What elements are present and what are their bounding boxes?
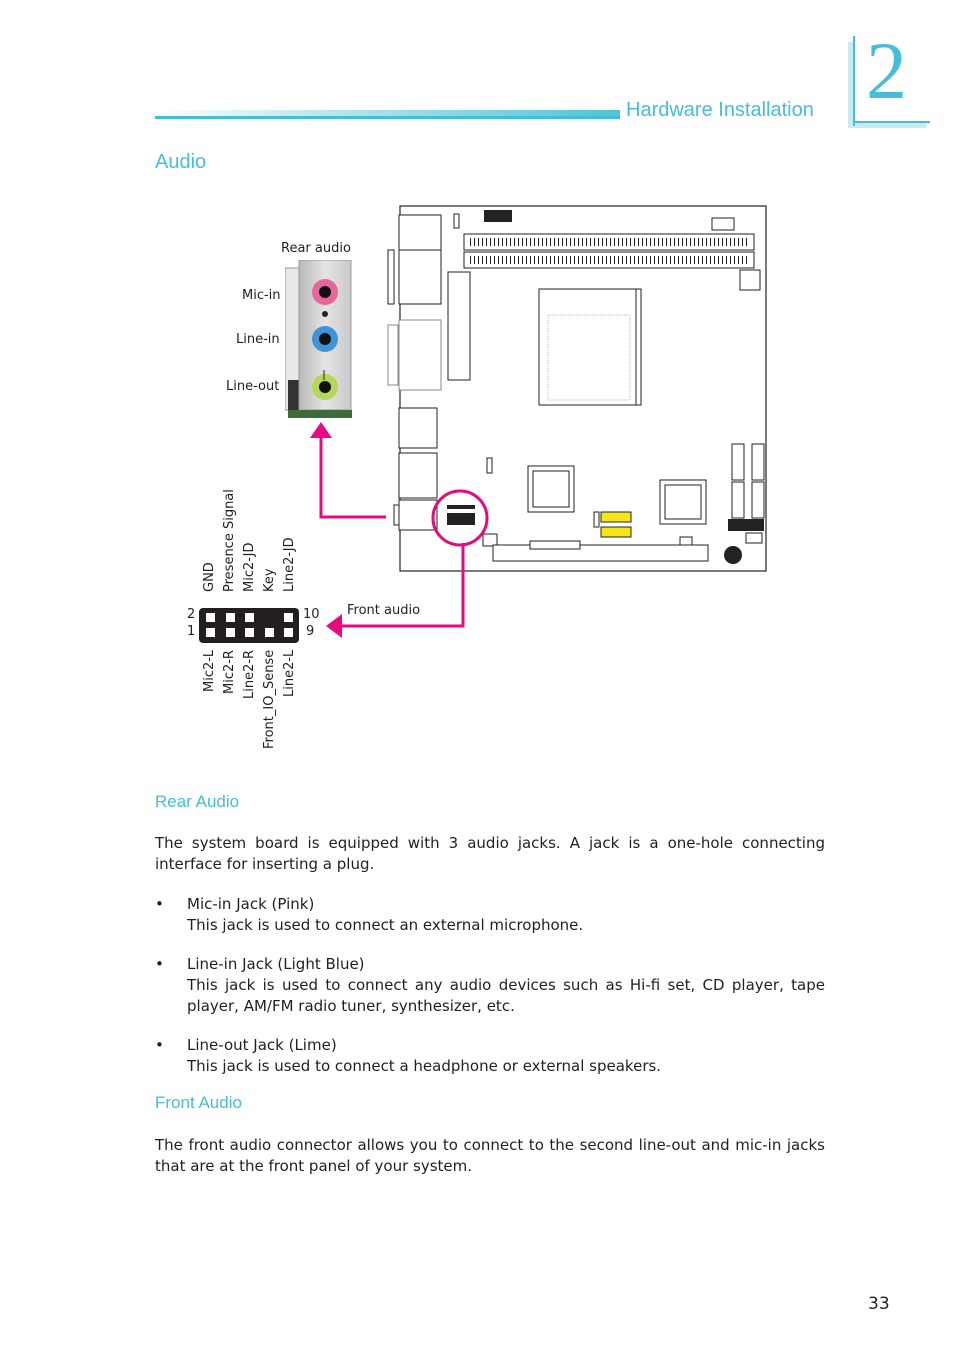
serial-port — [398, 249, 442, 305]
chip-die — [664, 484, 702, 520]
bullet-title: Mic-in Jack (Pink) — [187, 895, 315, 913]
jack-hole — [319, 286, 331, 298]
usb-header — [600, 526, 632, 538]
rear-audio-arrow — [319, 432, 386, 519]
pin-10 — [284, 613, 293, 622]
pin-number-2: 2 — [187, 607, 196, 622]
atx-12v-connector — [739, 269, 761, 291]
jack-hole — [319, 333, 331, 345]
bullet-dot: • — [155, 895, 164, 913]
pin-label-mic2-jd: Mic2-JD — [242, 542, 257, 592]
bios-chip — [529, 540, 581, 550]
pin-label-line2-r: Line2-R — [242, 649, 257, 699]
bullet-dot: • — [155, 955, 164, 973]
bullet-mic-in: Mic-in Jack (Pink) This jack is used to … — [187, 894, 825, 936]
front-audio-body: The front audio connector allows you to … — [155, 1136, 825, 1175]
rear-audio-panel — [285, 260, 352, 418]
sata-connector — [731, 443, 745, 481]
pin-9 — [284, 628, 293, 637]
socket-lever — [635, 288, 642, 406]
jumper — [593, 511, 600, 528]
panel-led — [322, 311, 328, 317]
header-rule — [155, 110, 620, 119]
front-audio-label: Front audio — [347, 603, 421, 618]
page-title: Audio — [155, 151, 207, 173]
arrow-head — [326, 614, 342, 638]
pin-2 — [206, 613, 215, 622]
arrow-head — [310, 422, 332, 438]
bullet-desc: This jack is used to connect an external… — [187, 916, 584, 934]
pin-label-line2-l: Line2-L — [282, 649, 297, 697]
pin-4 — [226, 613, 235, 622]
pin-label-presence-signal: Presence Signal — [222, 489, 237, 592]
pcb-edge — [288, 410, 352, 418]
rear-audio-intro: The system board is equipped with 3 audi… — [155, 834, 825, 873]
cpu-pin-grid — [547, 314, 631, 401]
pin-label-front-io-sense: Front_IO_Sense — [262, 649, 277, 749]
bullet-line-out: Line-out Jack (Lime) This jack is used t… — [187, 1035, 825, 1077]
bullet-line-in: Line-in Jack (Light Blue) This jack is u… — [187, 954, 825, 1017]
section-title: Hardware Installation — [626, 99, 814, 121]
pin-3 — [226, 628, 235, 637]
pci-slot — [492, 544, 709, 562]
pin-1 — [206, 628, 215, 637]
port-flange — [387, 324, 399, 386]
sata-connector — [731, 481, 745, 519]
bullet-desc: This jack is used to connect a headphone… — [187, 1057, 662, 1075]
line-in-label: Line-in — [236, 332, 280, 347]
vga-port — [398, 319, 442, 391]
pin-label-mic2-l: Mic2-L — [202, 649, 217, 692]
chapter-box-line — [853, 36, 855, 126]
io-block — [398, 214, 442, 251]
pin-7 — [265, 628, 274, 637]
pin-number-1: 1 — [187, 624, 196, 639]
pin-number-9: 9 — [306, 624, 315, 639]
bullet-title: Line-in Jack (Light Blue) — [187, 955, 365, 973]
bullet-dot: • — [155, 1036, 164, 1054]
jumper — [679, 536, 693, 546]
front-panel-header — [728, 519, 764, 531]
header-connector — [484, 210, 512, 222]
pin-5 — [245, 628, 254, 637]
jumper — [453, 213, 460, 229]
jack-hole — [319, 381, 331, 393]
sata-connector — [751, 481, 765, 519]
buzzer — [724, 546, 742, 564]
jumper — [486, 457, 493, 474]
cd-in-connector — [482, 533, 498, 547]
pin-6 — [245, 613, 254, 622]
pin-label-mic2-r: Mic2-R — [222, 650, 237, 694]
rear-audio-label: Rear audio — [281, 241, 351, 256]
line-out-label: Line-out — [226, 379, 280, 394]
port-flange — [387, 249, 395, 305]
bullet-desc: This jack is used to connect any audio d… — [187, 976, 825, 1015]
mic-in-label: Mic-in — [242, 288, 281, 303]
atx-power-connector — [447, 271, 471, 381]
pin-label-key: Key — [262, 568, 277, 592]
fan-connector — [745, 532, 763, 544]
pin-label-gnd: GND — [202, 562, 217, 592]
front-audio-pin-header — [199, 608, 299, 643]
chip-die — [532, 470, 570, 508]
pin-number-10: 10 — [303, 607, 320, 622]
chapter-box-shadow — [848, 123, 926, 128]
fan-connector — [711, 217, 735, 231]
rear-audio-heading: Rear Audio — [155, 792, 240, 811]
sata-connector — [751, 443, 765, 481]
pin-label-line2-jd: Line2-JD — [282, 537, 297, 592]
front-audio-heading: Front Audio — [155, 1093, 242, 1112]
chapter-number: 2 — [866, 25, 907, 116]
chapter-box-line — [853, 121, 930, 123]
usb-header — [600, 511, 632, 523]
bullet-title: Line-out Jack (Lime) — [187, 1036, 337, 1054]
page-number: 33 — [868, 1294, 890, 1314]
